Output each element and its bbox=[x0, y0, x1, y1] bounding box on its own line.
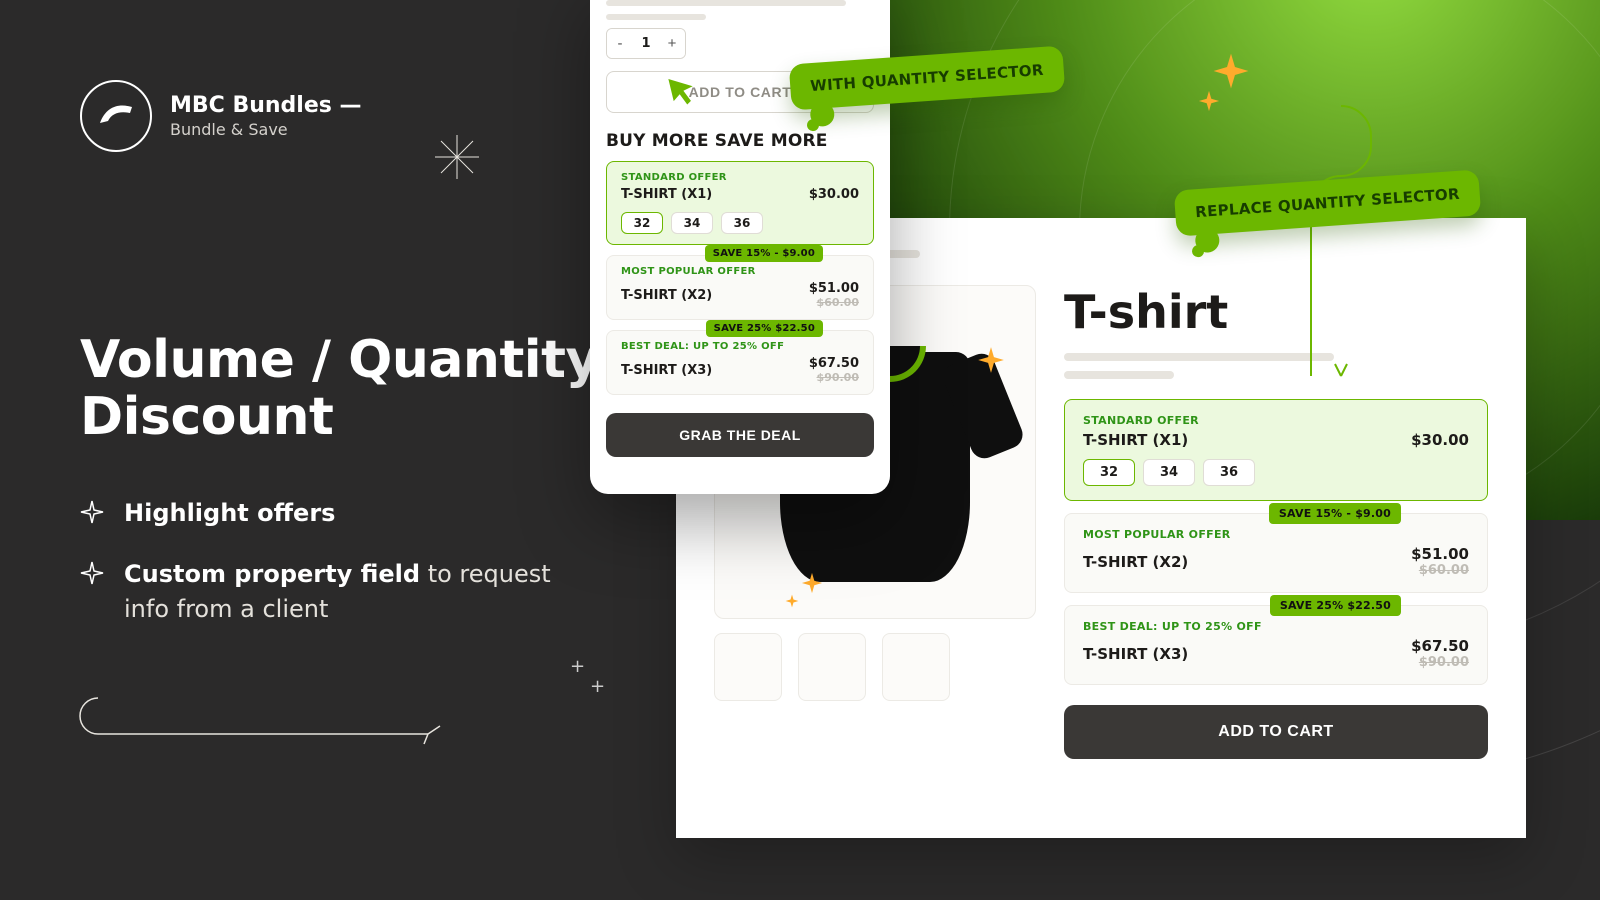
sparkle-icon bbox=[80, 561, 104, 585]
offer-price: $67.50 bbox=[809, 356, 859, 371]
starburst-icon bbox=[435, 135, 479, 179]
plus-decor-icon: + bbox=[570, 656, 585, 677]
offer-name: T-SHIRT (X2) bbox=[621, 288, 712, 303]
guide-arrow-icon bbox=[1306, 100, 1376, 400]
save-badge: SAVE 25% $22.50 bbox=[1270, 595, 1401, 616]
bullet-1: Highlight offers bbox=[80, 496, 600, 531]
mobile-section-head: BUY MORE SAVE MORE bbox=[606, 131, 874, 151]
save-badge: SAVE 25% $22.50 bbox=[706, 320, 823, 337]
save-badge: SAVE 15% - $9.00 bbox=[1269, 503, 1401, 524]
brand-title: MBC Bundles — bbox=[170, 93, 362, 119]
size-picker: 32 34 36 bbox=[1083, 459, 1469, 486]
offer-name: T-SHIRT (X1) bbox=[1083, 431, 1188, 449]
bullet-1-bold: Highlight offers bbox=[124, 499, 335, 527]
brand-text: MBC Bundles — Bundle & Save bbox=[170, 93, 362, 138]
save-badge: SAVE 15% - $9.00 bbox=[705, 245, 823, 262]
brand-subtitle: Bundle & Save bbox=[170, 120, 362, 139]
offer-price: $30.00 bbox=[809, 187, 859, 202]
offer-name: T-SHIRT (X3) bbox=[1083, 645, 1188, 663]
offer-strike: $60.00 bbox=[1411, 563, 1469, 578]
offer-name: T-SHIRT (X3) bbox=[621, 363, 712, 378]
size-option[interactable]: 32 bbox=[1083, 459, 1135, 486]
brand-logo-icon bbox=[98, 103, 134, 129]
offer-tier-3[interactable]: SAVE 25% $22.50 BEST DEAL: UP TO 25% OFF… bbox=[606, 330, 874, 395]
size-option[interactable]: 36 bbox=[721, 212, 763, 234]
spark-orange-icon bbox=[1212, 52, 1250, 90]
bullet-2: Custom property field to request info fr… bbox=[80, 557, 600, 627]
offer-tier-2[interactable]: SAVE 15% - $9.00 MOST POPULAR OFFER T-SH… bbox=[606, 255, 874, 320]
spark-orange-icon bbox=[801, 572, 823, 594]
bullets: Highlight offers Custom property field t… bbox=[80, 496, 600, 626]
offer-price: $51.00 bbox=[1411, 545, 1469, 563]
offer-strike: $60.00 bbox=[809, 296, 859, 309]
product-detail: T-shirt STANDARD OFFER T-SHIRT (X1) $30.… bbox=[1064, 285, 1488, 759]
offer-price: $30.00 bbox=[1411, 431, 1469, 449]
product-title: T-shirt bbox=[1064, 285, 1488, 339]
spark-orange-icon bbox=[785, 594, 799, 608]
mobile-skeleton bbox=[606, 0, 874, 20]
long-arrow-icon bbox=[78, 688, 458, 746]
offer-price: $67.50 bbox=[1411, 637, 1469, 655]
quantity-stepper[interactable]: - 1 + bbox=[606, 28, 686, 59]
sparkle-icon bbox=[80, 500, 104, 524]
size-picker: 32 34 36 bbox=[621, 212, 859, 234]
offer-eyebrow: STANDARD OFFER bbox=[1083, 414, 1469, 427]
pointer-hand-icon bbox=[662, 71, 701, 110]
product-thumb[interactable] bbox=[714, 633, 782, 701]
brand-logo-circle bbox=[80, 80, 152, 152]
offer-strike: $90.00 bbox=[1411, 655, 1469, 670]
grab-deal-button[interactable]: GRAB THE DEAL bbox=[606, 413, 874, 457]
plus-decor-icon: + bbox=[590, 676, 605, 697]
spark-orange-icon bbox=[1198, 90, 1220, 112]
offer-eyebrow: MOST POPULAR OFFER bbox=[621, 266, 859, 277]
offer-tier-2[interactable]: SAVE 15% - $9.00 MOST POPULAR OFFER T-SH… bbox=[1064, 513, 1488, 593]
size-option[interactable]: 34 bbox=[671, 212, 713, 234]
size-option[interactable]: 34 bbox=[1143, 459, 1195, 486]
product-thumb[interactable] bbox=[882, 633, 950, 701]
offer-price: $51.00 bbox=[809, 281, 859, 296]
offer-eyebrow: STANDARD OFFER bbox=[621, 172, 859, 183]
offer-strike: $90.00 bbox=[809, 371, 859, 384]
marketing-slide: MBC Bundles — Bundle & Save Volume / Qua… bbox=[0, 0, 1600, 900]
size-option[interactable]: 32 bbox=[621, 212, 663, 234]
add-to-cart-button[interactable]: ADD TO CART bbox=[1064, 705, 1488, 759]
product-thumbs bbox=[714, 633, 1034, 701]
product-thumb[interactable] bbox=[798, 633, 866, 701]
size-option[interactable]: 36 bbox=[1203, 459, 1255, 486]
offer-tier-1[interactable]: STANDARD OFFER T-SHIRT (X1) $30.00 32 34… bbox=[606, 161, 874, 245]
offer-eyebrow: BEST DEAL: UP TO 25% OFF bbox=[621, 341, 859, 352]
offer-tier-1[interactable]: STANDARD OFFER T-SHIRT (X1) $30.00 32 34… bbox=[1064, 399, 1488, 501]
headline-l2: Discount bbox=[80, 387, 333, 447]
promo-column: MBC Bundles — Bundle & Save Volume / Qua… bbox=[80, 80, 600, 653]
headline-l1: Volume / Quantity bbox=[80, 330, 599, 390]
qty-increment-button[interactable]: + bbox=[659, 29, 685, 58]
offer-eyebrow: BEST DEAL: UP TO 25% OFF bbox=[1083, 620, 1469, 633]
headline: Volume / Quantity Discount bbox=[80, 332, 600, 446]
brand: MBC Bundles — Bundle & Save bbox=[80, 80, 600, 152]
bullet-2-bold: Custom property field bbox=[124, 560, 420, 588]
product-meta-skeleton bbox=[1064, 353, 1488, 379]
qty-decrement-button[interactable]: - bbox=[607, 29, 633, 58]
volume-offers: STANDARD OFFER T-SHIRT (X1) $30.00 32 34… bbox=[1064, 399, 1488, 759]
offer-eyebrow: MOST POPULAR OFFER bbox=[1083, 528, 1469, 541]
offer-name: T-SHIRT (X2) bbox=[1083, 553, 1188, 571]
offer-name: T-SHIRT (X1) bbox=[621, 187, 712, 202]
offer-tier-3[interactable]: SAVE 25% $22.50 BEST DEAL: UP TO 25% OFF… bbox=[1064, 605, 1488, 685]
qty-value: 1 bbox=[633, 36, 659, 51]
spark-orange-icon bbox=[977, 346, 1005, 374]
